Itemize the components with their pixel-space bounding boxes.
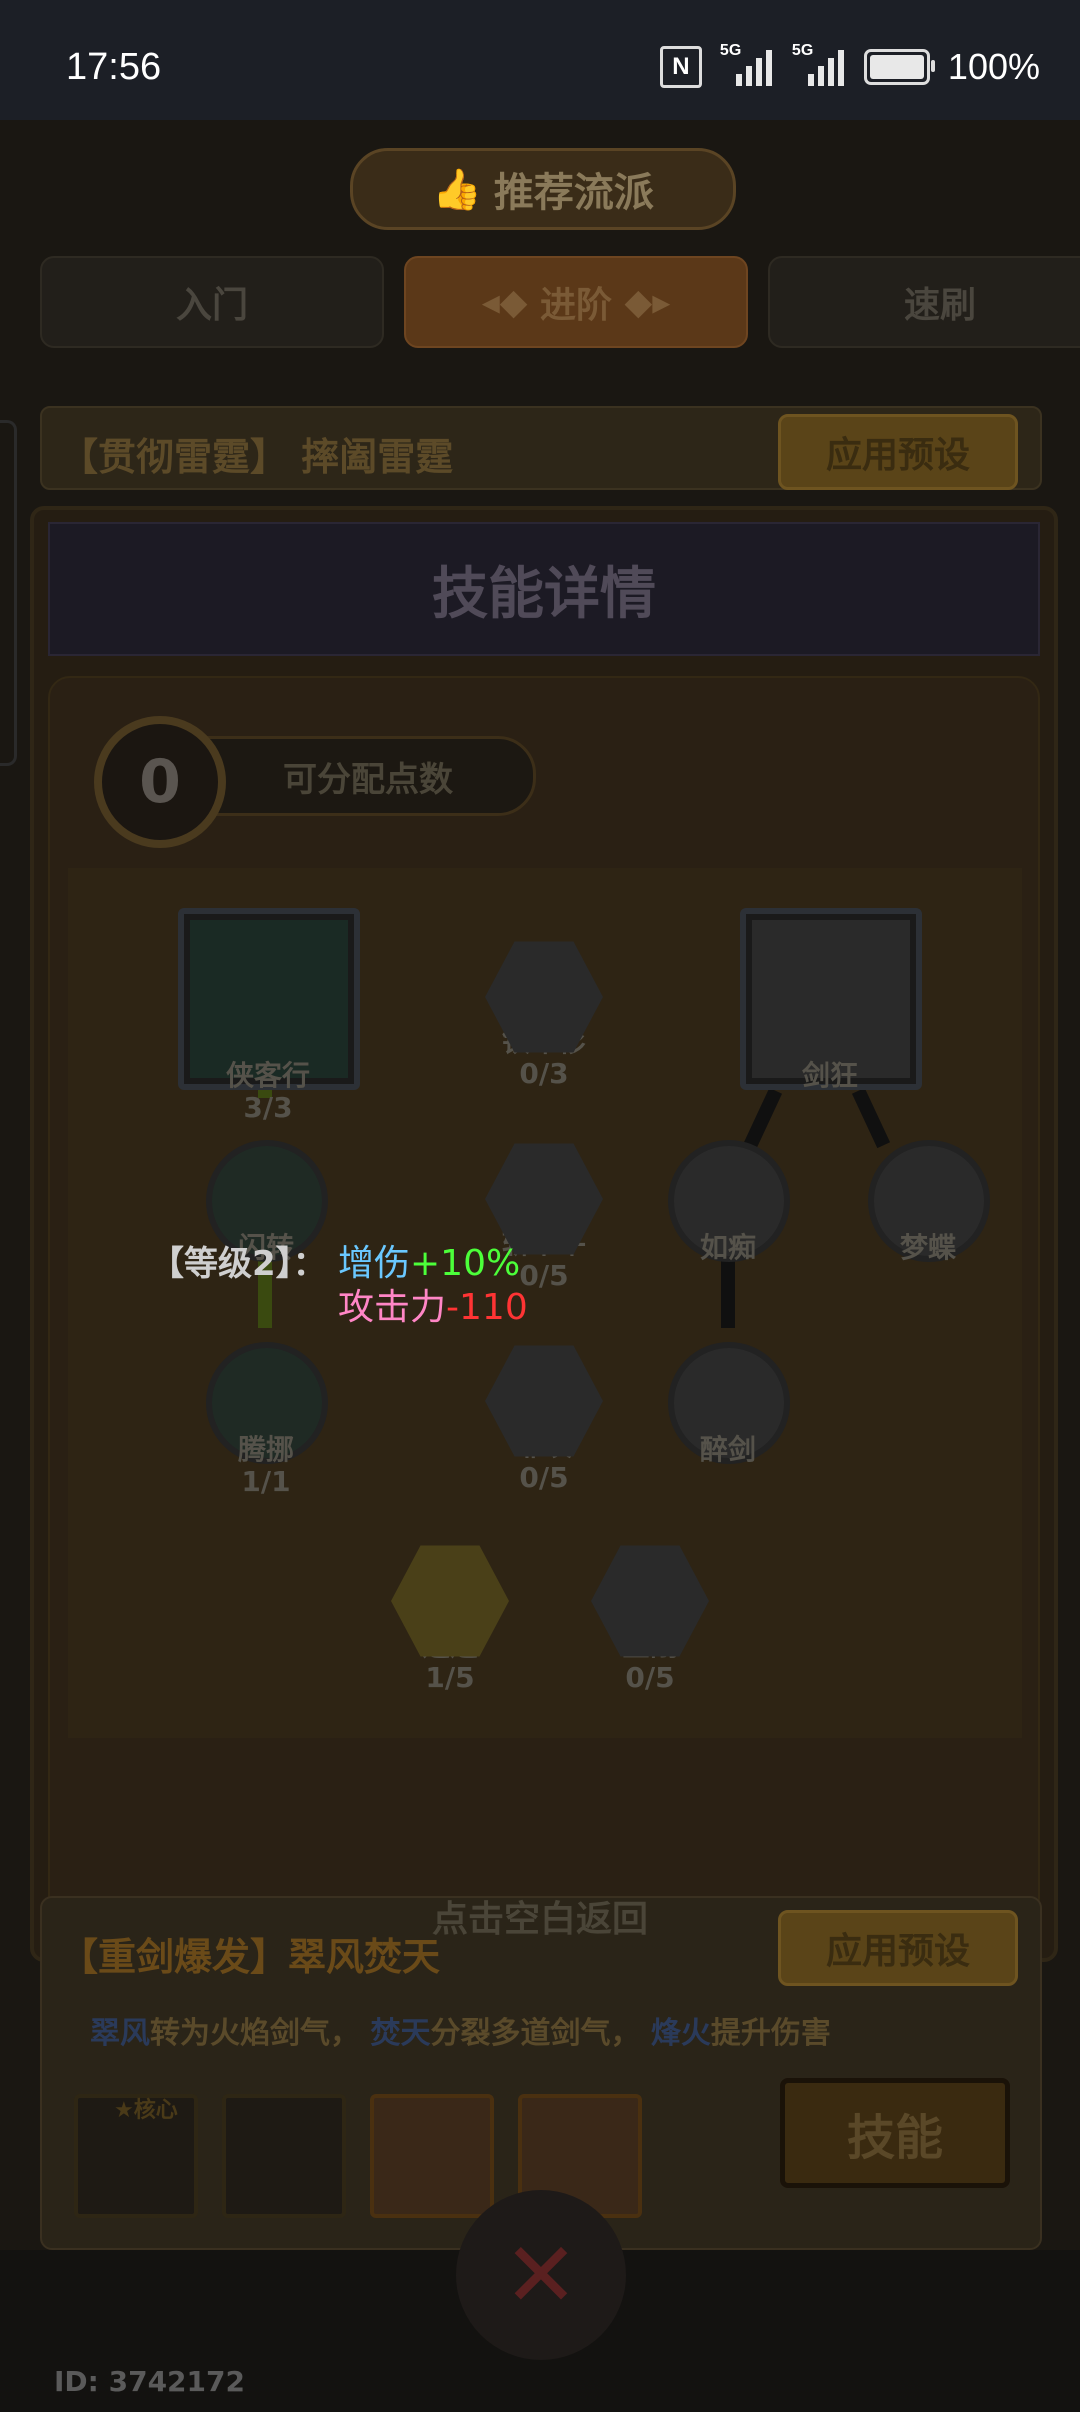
thumb-up-icon: 👍 [432,166,482,213]
skill-label: 梦蝶 [899,1231,956,1264]
desc-text: 分裂多道剑气， [430,2016,641,2051]
skill-count: 1/1 [241,1465,291,1499]
skill-node-tiebushan[interactable]: 铁布衫 0/3 [474,938,614,1090]
bottom-nav: ✕ ID: 3742172 [0,2190,1080,2412]
skill-label: 侠客行 [225,1059,310,1092]
skill-label: 剑狂 [801,1059,858,1092]
game-screen[interactable]: 👍 推荐流派 入门 ◂◆ 进阶 ◆▸ 速刷 【贯彻雷霆】 摔阖雷霆 应用预设 技… [0,120,1080,2412]
battery-percent: 100% [947,46,1040,87]
tooltip-line-damage: 增伤+10% [338,1242,520,1286]
tooltip-stat-name: 增伤 [338,1243,411,1284]
tooltip-stat-value: +10% [410,1243,521,1284]
tap-blank-to-return[interactable]: 点击空白返回 [0,1890,1080,1942]
points-label: 可分配点数 [200,736,536,816]
crossed-swords-icon[interactable]: ✕ [456,2190,626,2360]
side-edge-handle[interactable] [0,420,17,766]
armor-slot[interactable] [370,2094,494,2218]
tooltip-level: 【等级2】： [150,1244,327,1284]
skill-label: 如痴 [699,1231,756,1264]
skill-node-xiakexing[interactable]: 侠客行 3/3 [178,908,360,1125]
status-time: 17:56 [66,46,162,88]
skill-detail-panel: 技能详情 可分配点数 0 侠客行 3/3 铁布衫 0/3 [30,506,1058,1962]
skill-node-jiankuang[interactable]: 剑狂 [740,908,922,1092]
keyword: 焚天 [370,2016,431,2051]
diamond-left-icon: ◂◆ [481,281,540,323]
skill-node-tengnuo[interactable]: 腾挪 1/1 [206,1342,328,1499]
keyword: 烽火 [650,2016,711,2051]
preset-title: 【贯彻雷霆】 摔阖雷霆 [60,435,454,479]
skill-detail-title: 技能详情 [48,522,1040,656]
skill-node-mengdie[interactable]: 梦蝶 [868,1140,990,1264]
skill-tree-panel: 可分配点数 0 侠客行 3/3 铁布衫 0/3 [48,676,1040,1920]
tree-link [721,1258,735,1328]
player-id: ID: 3742172 [54,2365,245,2398]
tooltip-stat-value: -110 [446,1287,528,1328]
battery-icon [863,49,935,85]
signal-type-label: 5G [719,42,742,59]
tab-advanced-label: 进阶 [539,285,612,326]
tab-advanced[interactable]: ◂◆ 进阶 ◆▸ [404,256,748,348]
build-tabs: 入门 ◂◆ 进阶 ◆▸ 速刷 [40,256,1080,348]
recommend-banner: 👍 推荐流派 [350,148,736,230]
desc-text: 转为火焰剑气， [150,2016,360,2051]
signal-type-label-2: 5G [791,42,814,59]
preset-row-top: 【贯彻雷霆】 摔阖雷霆 应用预设 [40,406,1042,490]
skill-node-jingang[interactable]: 金刚 0/5 [580,1542,720,1694]
tab-speedrun[interactable]: 速刷 [768,256,1080,348]
tooltip-line-attack: 攻击力-110 [338,1286,528,1330]
banner-title: 推荐流派 [493,170,654,216]
status-icons: N 5G 5G 100% [659,42,1040,88]
tooltip-stat-name: 攻击力 [338,1287,447,1328]
nfc-icon: N [659,46,702,88]
core-label: ★核心 [114,2098,178,2123]
keyword: 翠风 [90,2016,150,2051]
skill-node-xiaoyao[interactable]: 逍遥 1/5 [380,1542,520,1694]
skill-label: 腾挪 [237,1433,294,1466]
core-skill-slot[interactable]: ★核心 [74,2094,198,2218]
skill-node-ruchi[interactable]: 如痴 [668,1140,790,1264]
skill-slot[interactable] [222,2094,346,2218]
skill-count: 0/5 [519,1461,569,1495]
skill-count: 1/5 [425,1661,475,1695]
skill-count: 0/3 [519,1057,569,1091]
tab-beginner[interactable]: 入门 [40,256,384,348]
signal-icon-2: 5G [792,42,846,86]
preset-description: 翠风转为火焰剑气， 焚天分裂多道剑气， 烽火提升伤害 [90,2008,831,2052]
skill-button[interactable]: 技能 [780,2078,1010,2188]
skill-count: 3/3 [243,1091,293,1125]
skill-label: 醉剑 [699,1433,756,1466]
skill-node-zuijian[interactable]: 醉剑 [668,1342,790,1466]
signal-icon: 5G [720,42,774,86]
points-counter: 0 [94,716,226,848]
apply-preset-button[interactable]: 应用预设 [778,414,1018,490]
skill-node-feigong[interactable]: 非攻 0/5 [474,1342,614,1494]
status-bar: 17:56 N 5G 5G 100% [0,0,1080,120]
diamond-right-icon: ◆▸ [612,281,671,323]
skill-count: 0/5 [625,1661,675,1695]
skill-tree: 侠客行 3/3 铁布衫 0/3 剑狂 闪转 斩不 [68,868,1022,1738]
desc-text: 提升伤害 [710,2016,831,2051]
